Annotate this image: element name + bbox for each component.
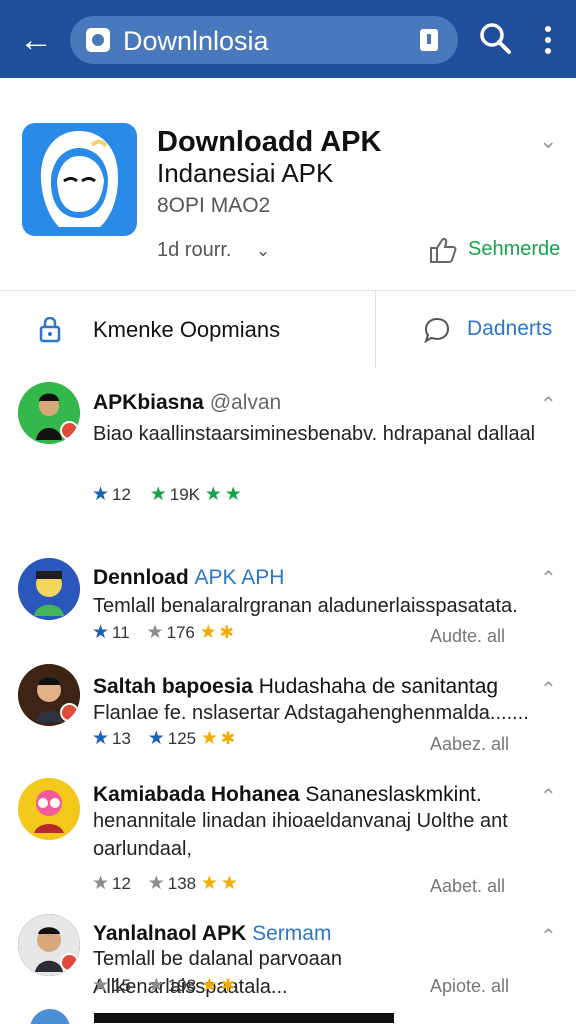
rating-row: ★ 12 ★ 19K ★ ★ <box>92 484 242 505</box>
mic-icon[interactable] <box>416 26 442 54</box>
collapse-chevron-icon[interactable]: ⌄ <box>539 128 557 154</box>
review-card[interactable]: Kamiabada Hohanea Sananeslaskmkint. hena… <box>0 766 576 903</box>
app-time: 1d rourr. <box>157 239 232 261</box>
comments-tab[interactable]: Dadnerts <box>467 317 552 341</box>
camera-icon[interactable] <box>86 28 110 52</box>
review-author: Yanlalnaol APK Sermam <box>93 922 332 945</box>
search-input[interactable]: Downlnlosia <box>123 27 269 55</box>
star-icon: ★ <box>92 484 110 505</box>
collapse-chevron-icon[interactable]: ⌃ <box>540 784 557 809</box>
review-action-link[interactable]: Audte. all <box>430 626 505 647</box>
share-button[interactable]: Sehmerde <box>468 238 560 261</box>
avatar <box>18 914 80 976</box>
star-icon: ★ <box>204 484 222 505</box>
rating-row: ★ 12 ★ 138 ★ ★ <box>92 873 238 894</box>
top-app-bar: ← Downlnlosia <box>0 0 576 78</box>
review-author: APKbiasna @alvan <box>93 391 282 414</box>
verified-badge-icon <box>60 953 79 972</box>
verified-badge-icon <box>60 421 79 440</box>
review-author: Kamiabada Hohanea Sananeslaskmkint. <box>93 783 482 806</box>
verified-badge-icon <box>60 703 79 722</box>
collapse-chevron-icon[interactable]: ⌃ <box>540 677 557 702</box>
permissions-button[interactable]: Kmenke Oopmians <box>93 317 280 343</box>
search-bar[interactable]: Downlnlosia <box>70 16 458 64</box>
more-vertical-icon[interactable] <box>536 20 560 60</box>
avatar <box>18 664 80 726</box>
review-text: henannitale linadan ihioaeldanvanaj Uolt… <box>93 810 508 860</box>
avatar <box>18 382 80 444</box>
review-action-link[interactable]: Aabet. all <box>430 876 505 897</box>
review-action-link[interactable]: Aabez. all <box>430 734 509 755</box>
back-arrow-icon[interactable]: ← <box>16 20 56 60</box>
partial-next-review <box>0 1001 576 1024</box>
action-row: Kmenke Oopmians Dadnerts <box>0 290 576 369</box>
comment-icon[interactable] <box>423 317 451 344</box>
app-subtitle: Indanesiai APK <box>157 158 334 188</box>
chevron-down-icon[interactable]: ⌄ <box>256 241 270 261</box>
review-text: Temlall benalaralrgranan aladunerlaisspa… <box>93 595 518 617</box>
review-text: Flanlae fe. nslasertar Adstagahenghenmal… <box>93 702 529 724</box>
app-logo <box>22 123 137 236</box>
review-card[interactable]: Dennload APK APH Temlall benalaralrgrana… <box>0 542 576 653</box>
review-author: Saltah bapoesia Hudashaha de sanitantag <box>93 675 499 698</box>
review-text: Biao kaallinstaarsiminesbenabv. hdrapana… <box>93 423 536 445</box>
review-card[interactable]: APKbiasna @alvan Biao kaallinstaarsimine… <box>0 368 576 543</box>
review-card[interactable]: Saltah bapoesia Hudashaha de sanitantag … <box>0 652 576 767</box>
collapse-chevron-icon[interactable]: ⌃ <box>540 566 557 591</box>
star-icon: ★ <box>149 484 167 505</box>
rating-row: ★ 11 ★ 176 ★ ✱ <box>92 622 234 643</box>
avatar <box>18 558 80 620</box>
lock-icon[interactable] <box>38 316 62 343</box>
collapse-chevron-icon[interactable]: ⌃ <box>540 392 557 417</box>
rating-row: ★ 15 ★ 198 ★ ✱ <box>92 975 236 996</box>
star-icon: ★ <box>224 484 242 505</box>
avatar <box>18 778 80 840</box>
app-header-card: Downloadd APK Indanesiai APK 8OPI MAO2 1… <box>0 78 576 291</box>
vertical-divider <box>375 290 376 368</box>
thumbs-up-icon[interactable] <box>429 236 457 264</box>
rating-row: ★ 13 ★ 125 ★ ✱ <box>92 728 236 749</box>
review-author: Dennload APK APH <box>93 566 285 589</box>
collapse-chevron-icon[interactable]: ⌃ <box>540 924 557 949</box>
app-title: Downloadd APK <box>157 126 382 158</box>
search-icon[interactable] <box>478 21 512 55</box>
review-card[interactable]: Yanlalnaol APK Sermam Temlall be dalanal… <box>0 902 576 1002</box>
app-size: 8OPI MAO2 <box>157 194 271 217</box>
review-action-link[interactable]: Apiote. all <box>430 976 509 997</box>
